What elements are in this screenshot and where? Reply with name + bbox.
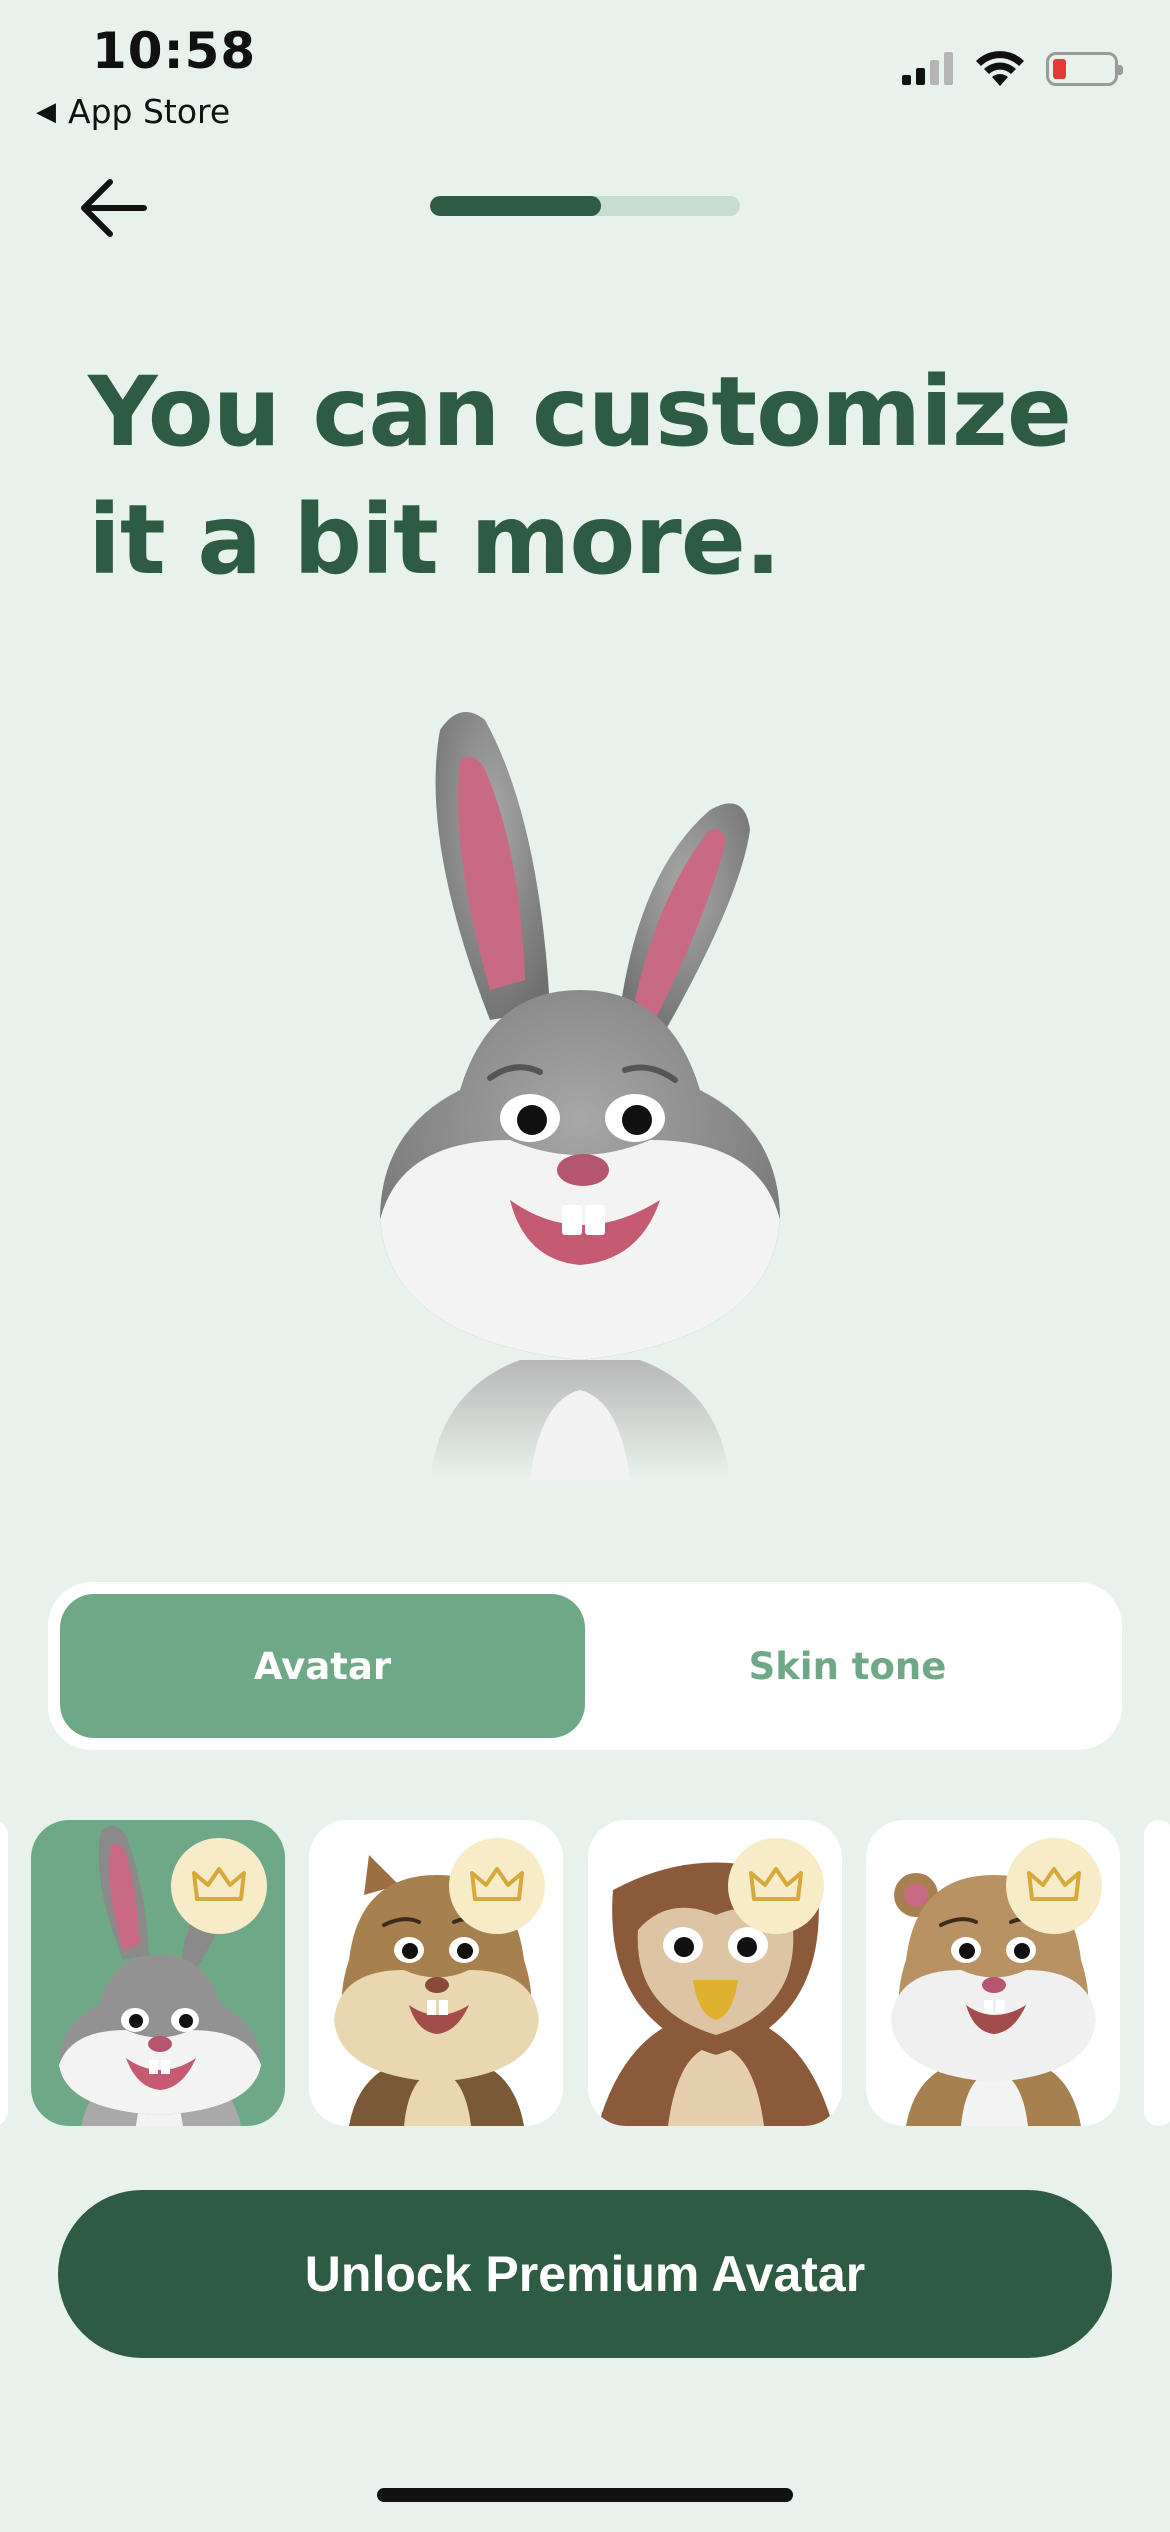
crown-icon (192, 1867, 246, 1901)
wifi-icon (976, 51, 1024, 86)
unlock-premium-avatar-button[interactable]: Unlock Premium Avatar (58, 2190, 1112, 2358)
back-triangle-icon: ◀ (36, 96, 56, 127)
battery-icon (1046, 52, 1123, 86)
home-indicator (377, 2488, 793, 2502)
avatar-option-hamster[interactable] (866, 1820, 1120, 2126)
crown-icon (749, 1867, 803, 1901)
battery-level (1053, 59, 1066, 79)
back-app-label: App Store (68, 92, 231, 131)
return-to-app-store[interactable]: ◀ App Store (36, 92, 230, 131)
premium-crown-badge (449, 1838, 545, 1934)
avatar-option-owl[interactable] (588, 1820, 842, 2126)
tab-avatar[interactable]: Avatar (60, 1594, 585, 1738)
carousel-prev-card-edge[interactable] (0, 1820, 8, 2126)
avatar-option-chipmunk[interactable] (309, 1820, 563, 2126)
page-title: You can customize it a bit more. (88, 356, 1072, 596)
tab-skin-tone[interactable]: Skin tone (585, 1594, 1110, 1738)
status-icons (900, 50, 1123, 88)
premium-crown-badge (1006, 1838, 1102, 1934)
bunny-avatar-preview (380, 712, 780, 1480)
crown-icon (1027, 1867, 1081, 1901)
progress-fill (430, 196, 601, 216)
carousel-next-card-edge[interactable] (1144, 1820, 1170, 2126)
premium-crown-badge (171, 1838, 267, 1934)
signal-icon (902, 52, 953, 85)
avatar-carousel[interactable] (0, 1820, 1170, 2128)
onboarding-progress-bar (430, 196, 740, 216)
status-time: 10:58 (92, 22, 257, 80)
premium-crown-badge (728, 1838, 824, 1934)
crown-icon (470, 1867, 524, 1901)
avatar-option-bunny[interactable] (31, 1820, 285, 2126)
arrow-left-icon[interactable] (78, 176, 150, 240)
avatar-skin-segment-control: Avatar Skin tone (48, 1582, 1122, 1750)
